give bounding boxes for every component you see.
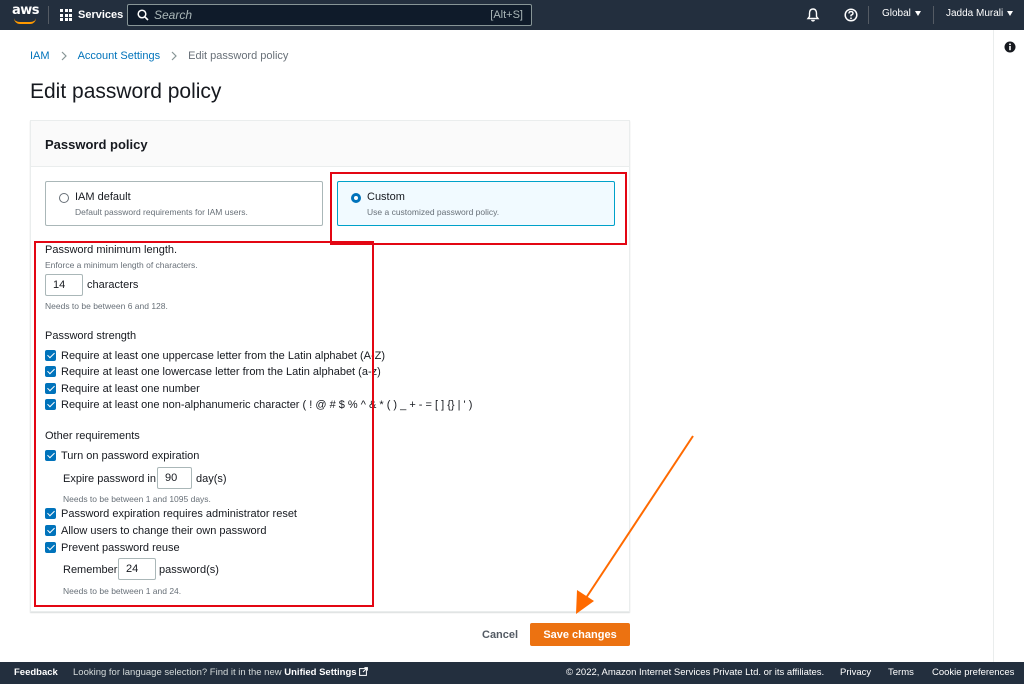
services-button[interactable]: Services — [60, 7, 123, 23]
tile-iam-default[interactable]: IAM default Default password requirement… — [45, 181, 323, 226]
terms-link[interactable]: Terms — [888, 667, 914, 678]
user-label: Jadda Murali — [946, 8, 1004, 19]
annotation-arrow-icon — [576, 435, 694, 614]
annotation-highlight-custom — [330, 172, 627, 245]
nav-divider — [48, 6, 49, 24]
grid-icon — [60, 9, 72, 21]
external-link-icon — [358, 667, 368, 676]
search-box[interactable]: [Alt+S] — [127, 4, 532, 26]
user-menu[interactable]: Jadda Murali — [946, 8, 1014, 19]
tile-description: Default password requirements for IAM us… — [75, 207, 248, 217]
privacy-link[interactable]: Privacy — [840, 667, 871, 678]
nav-divider — [868, 6, 869, 24]
footer: Feedback Looking for language selection?… — [0, 662, 1024, 684]
tile-label: IAM default — [75, 191, 131, 203]
bell-icon[interactable] — [806, 7, 820, 23]
services-label: Services — [78, 9, 124, 21]
annotation-highlight-settings — [34, 241, 374, 607]
region-selector[interactable]: Global — [882, 8, 921, 19]
page-title: Edit password policy — [30, 80, 222, 103]
radio-iam-default[interactable] — [59, 193, 69, 203]
panel-title: Password policy — [45, 137, 148, 152]
language-notice: Looking for language selection? Find it … — [73, 667, 368, 678]
chevron-right-icon — [61, 51, 67, 61]
caret-down-icon — [1007, 11, 1014, 16]
breadcrumb: IAM Account Settings Edit password polic… — [30, 50, 288, 62]
nav-divider — [933, 6, 934, 24]
cancel-button[interactable]: Cancel — [474, 624, 526, 646]
tools-rail — [993, 30, 1024, 662]
cookie-preferences-link[interactable]: Cookie preferences — [932, 667, 1014, 678]
breadcrumb-current: Edit password policy — [188, 50, 289, 62]
feedback-link[interactable]: Feedback — [14, 667, 58, 678]
chevron-right-icon — [171, 51, 177, 61]
aws-smile-icon — [14, 18, 36, 24]
top-navigation: aws Services [Alt+S] Global Jadda Murali — [0, 0, 1024, 30]
panel-header: Password policy — [31, 121, 629, 167]
search-icon — [137, 9, 149, 21]
caret-down-icon — [914, 11, 921, 16]
aws-logo[interactable]: aws — [12, 4, 40, 26]
breadcrumb-iam[interactable]: IAM — [30, 50, 50, 62]
aws-logo-text: aws — [12, 3, 40, 18]
language-text: Looking for language selection? Find it … — [73, 667, 282, 678]
region-label: Global — [882, 8, 911, 19]
breadcrumb-account-settings[interactable]: Account Settings — [78, 50, 161, 62]
save-changes-button[interactable]: Save changes — [530, 623, 630, 646]
search-input[interactable] — [154, 6, 454, 24]
search-shortcut: [Alt+S] — [490, 9, 523, 21]
copyright-text: © 2022, Amazon Internet Services Private… — [566, 667, 825, 678]
unified-settings-link[interactable]: Unified Settings — [284, 667, 356, 678]
help-icon[interactable] — [844, 8, 858, 22]
info-icon[interactable] — [1004, 41, 1016, 53]
